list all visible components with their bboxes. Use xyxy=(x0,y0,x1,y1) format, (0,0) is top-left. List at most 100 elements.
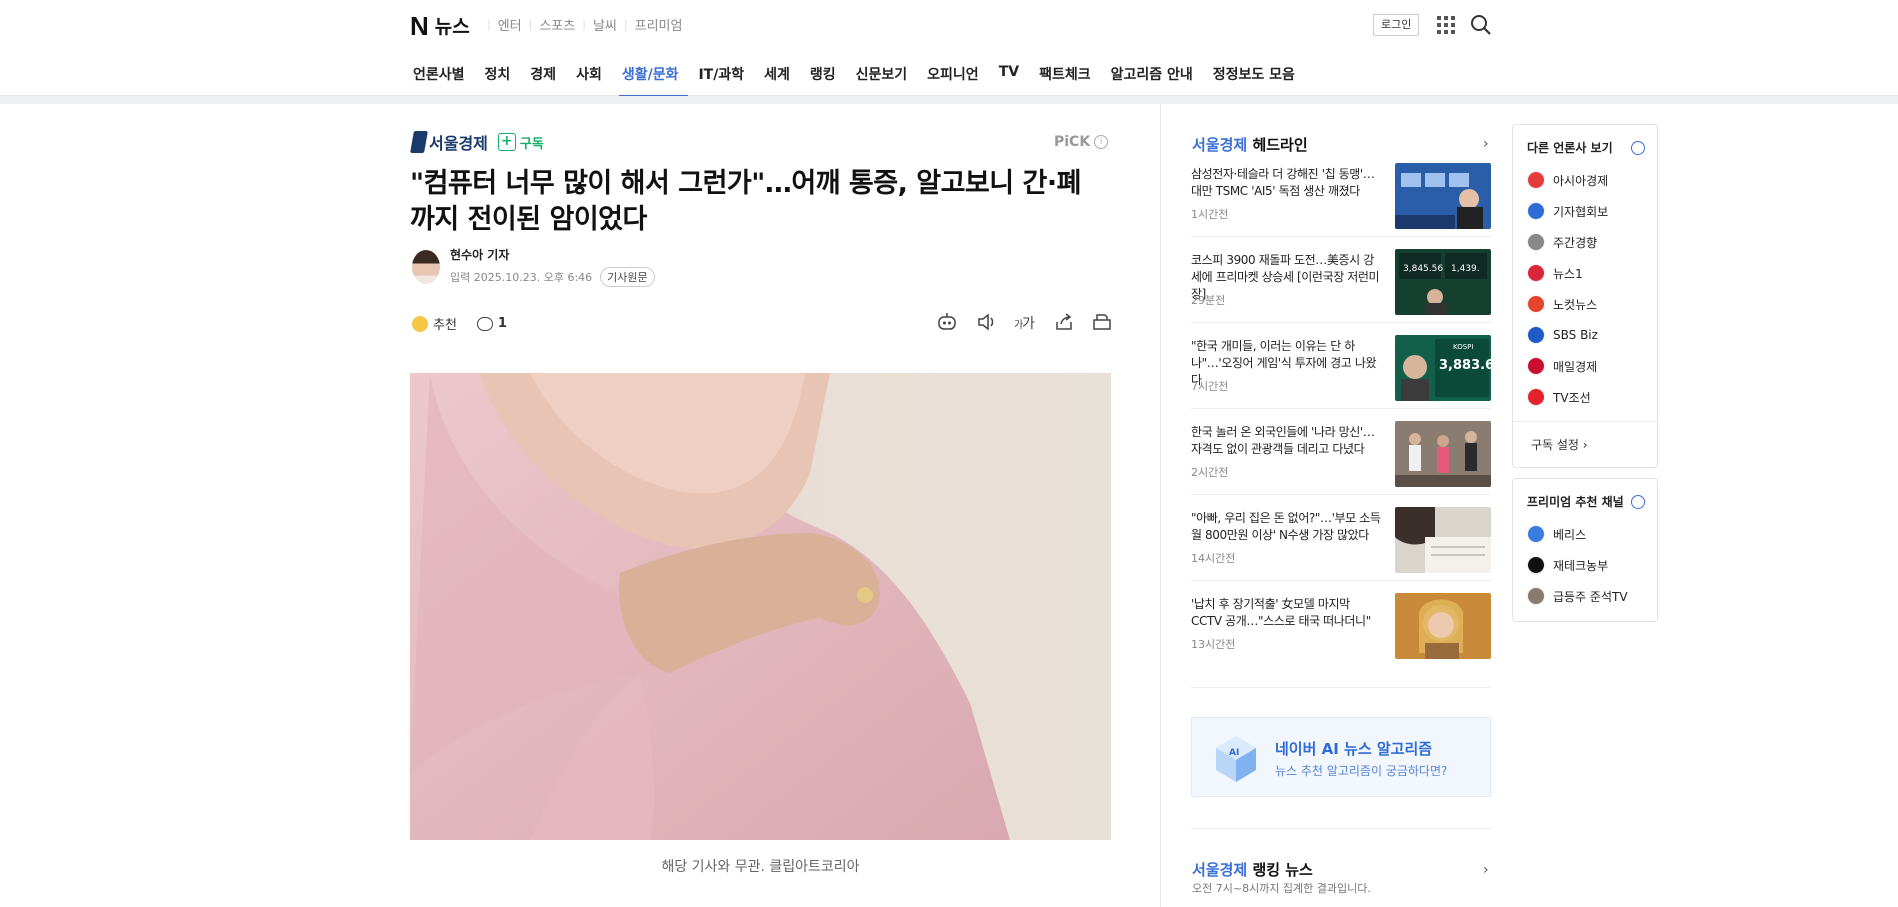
press-item-tv-chosun[interactable]: TV조선 xyxy=(1527,388,1591,406)
refresh-icon[interactable] xyxy=(1631,141,1645,155)
headline-label: 헤드라인 xyxy=(1252,136,1308,154)
like-button[interactable]: 추천 xyxy=(412,314,457,333)
service-link-weather[interactable]: 날씨 xyxy=(586,15,624,34)
channel-avatar xyxy=(1527,525,1545,543)
pick-badge[interactable]: PiCK i xyxy=(1054,134,1109,150)
refresh-icon[interactable] xyxy=(1631,495,1645,509)
ai-cube-icon: AI xyxy=(1216,736,1256,782)
subscribe-button[interactable]: + 구독 xyxy=(497,133,544,152)
svg-text:AI: AI xyxy=(1229,748,1239,758)
svg-text:3,845.56: 3,845.56 xyxy=(1403,264,1443,274)
reporter-name[interactable]: 현수아 기자 xyxy=(450,246,655,263)
ai-banner-title: 네이버 AI 뉴스 알고리즘 xyxy=(1275,740,1433,758)
nav-tab-life-culture[interactable]: 생활/문화 xyxy=(618,60,689,97)
article-title-line-2: 까지 전이된 암이었다 xyxy=(410,204,647,235)
other-press-panel: 다른 언론사 보기 아시아경제 기자협회보 주간경향 뉴스1 노컷뉴스 SBS … xyxy=(1512,124,1658,468)
press-item-weekly-khan[interactable]: 주간경향 xyxy=(1527,233,1597,251)
nav-tab-ranking[interactable]: 랭킹 xyxy=(807,60,846,97)
svg-text:KOSPI: KOSPI xyxy=(1453,343,1473,351)
headline-item-time: 2시간전 xyxy=(1191,466,1229,479)
nav-tab-press[interactable]: 언론사별 xyxy=(410,60,475,97)
article-title: "컴퓨터 너무 많이 해서 그런가"…어깨 통증, 알고보니 간·폐 까지 전이… xyxy=(410,166,1110,238)
naver-news-logo[interactable]: N 뉴스 xyxy=(410,12,470,39)
nav-tab-world[interactable]: 세계 xyxy=(761,60,800,97)
headline-separator xyxy=(1191,408,1491,409)
nav-tab-economy[interactable]: 경제 xyxy=(527,60,566,97)
press-item-name: 매일경제 xyxy=(1553,359,1598,374)
headline-item-title: 한국 놀러 온 외국인들에 '나라 망신'…자격도 없이 관광객들 데리고 다녔… xyxy=(1191,425,1375,456)
summary-bot-icon[interactable] xyxy=(936,312,958,332)
press-item-mk[interactable]: 매일경제 xyxy=(1527,357,1597,375)
share-icon[interactable] xyxy=(1054,312,1074,332)
press-item-journalist[interactable]: 기자협회보 xyxy=(1527,202,1608,220)
press-item-news1[interactable]: 뉴스1 xyxy=(1527,264,1583,282)
article-photo[interactable] xyxy=(410,373,1111,840)
premium-item-name: 재테크농부 xyxy=(1553,558,1609,573)
chevron-right-icon[interactable]: › xyxy=(1483,862,1489,878)
apps-grid-icon[interactable] xyxy=(1437,16,1455,34)
nav-tab-politics[interactable]: 정치 xyxy=(482,60,521,97)
press-item-name: SBS Biz xyxy=(1553,328,1598,342)
headline-item[interactable]: 삼성전자·테슬라 더 강해진 '칩 동맹'…대만 TSMC 'AI5' 독점 생… xyxy=(1191,163,1491,232)
svg-text:3,883.68: 3,883.68 xyxy=(1439,358,1491,373)
column-divider xyxy=(1160,104,1161,907)
press-logo-icon xyxy=(1527,388,1545,406)
search-icon[interactable] xyxy=(1470,14,1492,36)
headline-separator xyxy=(1191,322,1491,323)
headline-section-title[interactable]: 서울경제 헤드라인 xyxy=(1192,134,1308,155)
smile-icon xyxy=(412,315,428,332)
nav-tab-algorithm[interactable]: 알고리즘 안내 xyxy=(1108,60,1203,97)
premium-channel-panel: 프리미엄 추천 채널 베리스 재테크농부 급등주 준석TV xyxy=(1512,478,1658,622)
nav-tab-society[interactable]: 사회 xyxy=(573,60,612,97)
headline-item[interactable]: "아빠, 우리 집은 돈 없어?"…'부모 소득 월 800만원 이상' N수생… xyxy=(1191,507,1491,576)
premium-channel-title: 프리미엄 추천 채널 xyxy=(1527,495,1624,509)
channel-avatar xyxy=(1527,556,1545,574)
chevron-right-icon[interactable]: › xyxy=(1483,136,1489,152)
login-button[interactable]: 로그인 xyxy=(1373,14,1420,36)
headline-thumbnail xyxy=(1395,593,1491,659)
headline-brand: 서울경제 xyxy=(1192,136,1248,154)
nav-tab-newspaper[interactable]: 신문보기 xyxy=(853,60,918,97)
press-item-nocut[interactable]: 노컷뉴스 xyxy=(1527,295,1597,313)
comment-count: 1 xyxy=(497,316,507,331)
premium-item-verys[interactable]: 베리스 xyxy=(1527,525,1586,543)
headline-item-title: 삼성전자·테슬라 더 강해진 '칩 동맹'…대만 TSMC 'AI5' 독점 생… xyxy=(1191,167,1375,198)
ai-algorithm-banner[interactable]: AI 네이버 AI 뉴스 알고리즘 뉴스 추천 알고리즘이 궁금하다면? xyxy=(1191,717,1491,797)
headline-item[interactable]: 한국 놀러 온 외국인들에 '나라 망신'…자격도 없이 관광객들 데리고 다녔… xyxy=(1191,421,1491,490)
nav-tab-corrections[interactable]: 정정보도 모음 xyxy=(1210,60,1305,97)
ranking-section-title[interactable]: 서울경제 랭킹 뉴스 xyxy=(1192,859,1313,880)
nav-tab-factcheck[interactable]: 팩트체크 xyxy=(1036,60,1101,97)
press-item-asiae[interactable]: 아시아경제 xyxy=(1527,171,1608,189)
press-item-name: 노컷뉴스 xyxy=(1553,297,1598,312)
headline-item[interactable]: "한국 개미들, 이러는 이유는 단 하나"…'오징어 게임'식 투자에 경고 … xyxy=(1191,335,1491,404)
premium-item-stock-tv[interactable]: 급등주 준석TV xyxy=(1527,587,1628,605)
service-link-entertainment[interactable]: 엔터 xyxy=(491,15,529,34)
press-logo-icon xyxy=(1527,357,1545,375)
tts-speaker-icon[interactable] xyxy=(976,312,996,332)
print-icon[interactable] xyxy=(1092,312,1112,332)
reporter-avatar[interactable] xyxy=(412,249,440,284)
nav-tab-tv[interactable]: TV xyxy=(996,60,1029,97)
ranking-subtitle: 오전 7시~8시까지 집계한 결과입니다. xyxy=(1192,882,1371,895)
original-article-button[interactable]: 기사원문 xyxy=(600,267,655,287)
premium-item-finance-farmer[interactable]: 재테크농부 xyxy=(1527,556,1608,574)
press-item-sbs-biz[interactable]: SBS Biz xyxy=(1527,326,1598,344)
comment-button[interactable]: 1 xyxy=(476,316,507,331)
photo-caption: 해당 기사와 무관. 클립아트코리아 xyxy=(661,859,860,875)
article-title-line-1: "컴퓨터 너무 많이 해서 그런가"…어깨 통증, 알고보니 간·폐 xyxy=(410,168,1081,199)
font-size-icon[interactable]: 가가 xyxy=(1014,312,1036,332)
top-header: N 뉴스 | 엔터 | 스포츠 | 날씨 | 프리미엄 로그인 언론사별 정치 … xyxy=(0,0,1898,97)
nav-tab-it-science[interactable]: IT/과학 xyxy=(695,60,754,97)
premium-item-name: 베리스 xyxy=(1553,527,1587,542)
service-link-premium[interactable]: 프리미엄 xyxy=(628,15,690,34)
headline-item[interactable]: '납치 후 장기적출' 女모델 마지막 CCTV 공개…"스스로 태국 떠나더니… xyxy=(1191,593,1491,662)
press-header: 서울경제 + 구독 xyxy=(410,130,544,154)
nav-tab-opinion[interactable]: 오피니언 xyxy=(924,60,989,97)
service-link-sports[interactable]: 스포츠 xyxy=(532,15,582,34)
svg-text:1,439.: 1,439. xyxy=(1451,264,1480,274)
press-name: 서울경제 xyxy=(429,134,488,153)
publish-date: 입력 2025.10.23. 오후 6:46 xyxy=(450,271,593,284)
press-logo[interactable]: 서울경제 xyxy=(410,130,488,154)
subscription-settings-link[interactable]: 구독 설정 › xyxy=(1531,436,1588,453)
headline-item[interactable]: 코스피 3900 재돌파 도전…美증시 강세에 프리마켓 상승세 [이런국장 저… xyxy=(1191,249,1491,318)
